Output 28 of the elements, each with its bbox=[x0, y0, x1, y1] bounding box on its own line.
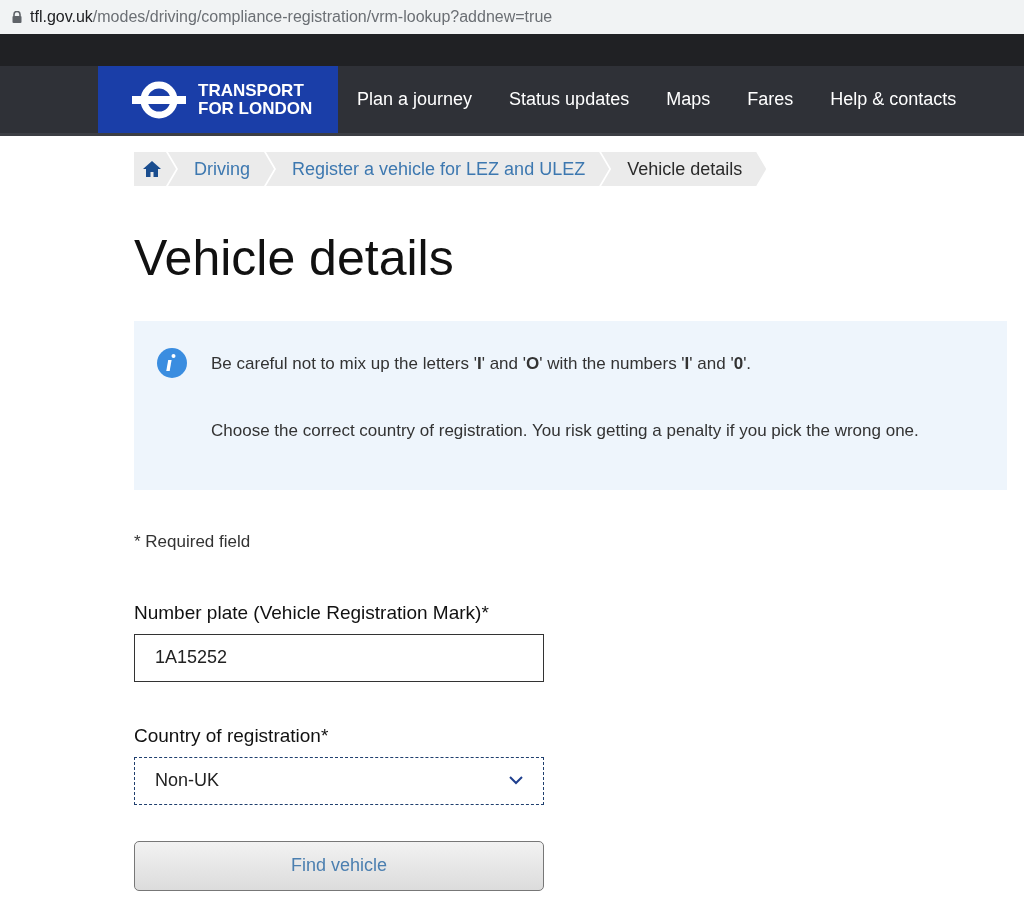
info-icon bbox=[156, 347, 188, 379]
info-text: Be careful not to mix up the letters 'I' and 'O' with the numbers 'I' and '0'. bbox=[211, 353, 753, 375]
breadcrumb-current[interactable]: Vehicle details bbox=[601, 152, 767, 186]
breadcrumb-link[interactable]: Driving bbox=[168, 152, 274, 186]
required-note: * Required field bbox=[134, 531, 252, 553]
logo-text: FOR LONDON bbox=[198, 99, 313, 118]
nav-link[interactable]: Maps bbox=[666, 86, 711, 113]
home-icon bbox=[142, 160, 162, 178]
country-select[interactable]: Non-UK bbox=[134, 756, 544, 805]
breadcrumb-home[interactable] bbox=[134, 152, 176, 186]
chevron-down-icon bbox=[509, 776, 523, 785]
nav-link[interactable]: Fares bbox=[747, 86, 794, 113]
find-vehicle-button[interactable]: Find vehicle bbox=[134, 840, 544, 891]
nav-link[interactable]: Status updates bbox=[509, 86, 630, 113]
nav-link[interactable]: Plan a journey bbox=[357, 86, 473, 113]
field-label: Number plate (Vehicle Registration Mark)* bbox=[134, 600, 490, 625]
info-text: Choose the correct country of registration. You risk getting a penalty if you pick the wrong one. bbox=[211, 420, 919, 442]
roundel-icon bbox=[132, 79, 186, 120]
lock-icon bbox=[12, 11, 22, 23]
page-heading: Vehicle details bbox=[134, 229, 455, 288]
site-logo[interactable]: TRANSPORT FOR LONDON bbox=[98, 66, 338, 133]
number-plate-field[interactable]: 1A15252 bbox=[134, 633, 544, 682]
address-bar[interactable]: tfl.gov.uk/modes/driving/compliance-registration/vrm-lookup?addnew=true bbox=[0, 0, 1024, 34]
breadcrumb-link[interactable]: Register a vehicle for LEZ and ULEZ bbox=[266, 152, 610, 186]
field-label: Country of registration* bbox=[134, 723, 330, 748]
nav-link[interactable]: Help & contacts bbox=[830, 86, 957, 113]
logo-text: TRANSPORT bbox=[198, 81, 305, 100]
url-text: tfl.gov.uk/modes/driving/compliance-registration/vrm-lookup?addnew=true bbox=[30, 7, 553, 27]
